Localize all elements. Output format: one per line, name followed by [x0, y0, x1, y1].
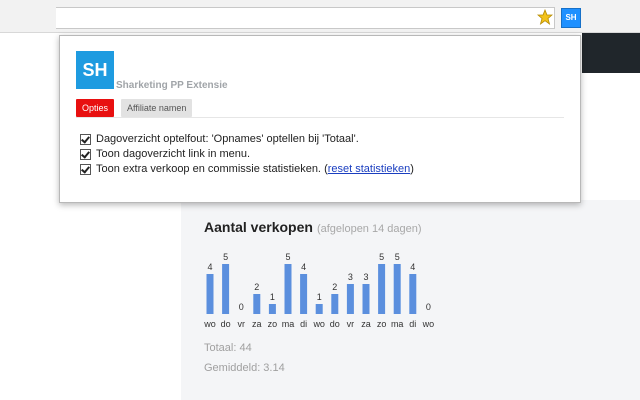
option-row-extra-statistieken[interactable]: Toon extra verkoop en commissie statisti…	[80, 162, 414, 176]
chart-value-label: 5	[379, 252, 384, 262]
chart-category-label: zo	[268, 319, 278, 329]
average-sales: Gemiddeld: 3.14	[204, 362, 285, 374]
chart-bar	[331, 294, 339, 314]
option-row-dagoverzicht-link[interactable]: Toon dagoverzicht link in menu.	[80, 147, 250, 161]
chart-bar	[409, 274, 417, 314]
chart-bar	[378, 264, 386, 314]
chart-value-label: 4	[301, 262, 306, 272]
option-label-extra-statistieken: Toon extra verkoop en commissie statisti…	[96, 163, 321, 175]
chart-category-label: vr	[237, 319, 245, 329]
chart-category-label: wo	[312, 319, 325, 329]
address-bar[interactable]	[56, 7, 555, 29]
chart-value-label: 5	[223, 252, 228, 262]
sales-bar-chart: 4 wo 5 do 0 vr 2 za 1 zo 5 ma 4 di 1 wo 2 do 3 vr 3 za 5 zo 5 ma 4…	[203, 252, 435, 329]
checkbox-dagoverzicht-link[interactable]	[80, 148, 91, 160]
chart-category-label: wo	[203, 319, 216, 329]
chart-title-text: Aantal verkopen	[204, 219, 313, 235]
chart-category-label: ma	[282, 319, 295, 329]
chart-value-label: 2	[254, 282, 259, 292]
chart-bar	[315, 304, 323, 314]
extension-button[interactable]: SH	[561, 8, 581, 28]
chart-category-label: vr	[347, 319, 355, 329]
popup-title: Sharketing PP Extensie	[116, 80, 228, 91]
chart-bar	[300, 274, 308, 314]
chart-value-label: 3	[348, 272, 353, 282]
link-paren-close: )	[410, 163, 414, 175]
sharketing-logo: SH	[76, 51, 114, 89]
reset-statistics-link[interactable]: reset statistieken	[328, 163, 411, 175]
chart-bar	[284, 264, 292, 314]
chart-category-label: do	[221, 319, 231, 329]
chart-subtitle: (afgelopen 14 dagen)	[316, 223, 422, 235]
option-label-optelfout: Dagoverzicht optelfout: 'Opnames' optell…	[96, 133, 359, 145]
chart-value-label: 4	[410, 262, 415, 272]
chart-bar	[393, 264, 401, 314]
chart-value-label: 4	[207, 262, 212, 272]
chart-category-label: zo	[377, 319, 387, 329]
total-sales: Totaal: 44	[204, 342, 252, 354]
option-row-optelfout[interactable]: Dagoverzicht optelfout: 'Opnames' optell…	[80, 132, 359, 146]
bookmark-star-icon[interactable]	[537, 9, 553, 25]
chart-bar	[268, 304, 276, 314]
chart-value-label: 0	[239, 302, 244, 312]
chart-value-label: 5	[395, 252, 400, 262]
chart-bar	[222, 264, 230, 314]
checkbox-extra-statistieken[interactable]	[80, 163, 91, 175]
extension-popup: SH Sharketing PP Extensie Opties Affilia…	[59, 35, 581, 203]
chart-category-label: za	[361, 319, 371, 329]
chart-category-label: ma	[391, 319, 404, 329]
tab-affiliate-namen[interactable]: Affiliate namen	[121, 99, 193, 117]
chart-value-label: 0	[426, 302, 431, 312]
chart-bar	[346, 284, 354, 314]
chart-category-label: di	[300, 319, 307, 329]
browser-toolbar: SH	[0, 0, 640, 33]
chart-value-label: 1	[270, 292, 275, 302]
chart-value-label: 3	[363, 272, 368, 282]
chart-category-label: do	[330, 319, 340, 329]
chart-value-label: 5	[285, 252, 290, 262]
chart-title: Aantal verkopen (afgelopen 14 dagen)	[204, 219, 422, 235]
chart-category-label: wo	[422, 319, 435, 329]
chart-bar	[206, 274, 214, 314]
page-header-band	[582, 33, 640, 73]
chart-value-label: 1	[317, 292, 322, 302]
chart-bar	[362, 284, 370, 314]
tab-opties[interactable]: Opties	[76, 99, 115, 117]
option-label-dagoverzicht-link: Toon dagoverzicht link in menu.	[96, 148, 251, 160]
chart-bar	[253, 294, 261, 314]
chart-category-label: di	[409, 319, 416, 329]
chart-category-label: za	[252, 319, 262, 329]
checkbox-optelfout[interactable]	[80, 133, 91, 145]
chart-value-label: 2	[332, 282, 337, 292]
tab-divider	[76, 117, 564, 118]
